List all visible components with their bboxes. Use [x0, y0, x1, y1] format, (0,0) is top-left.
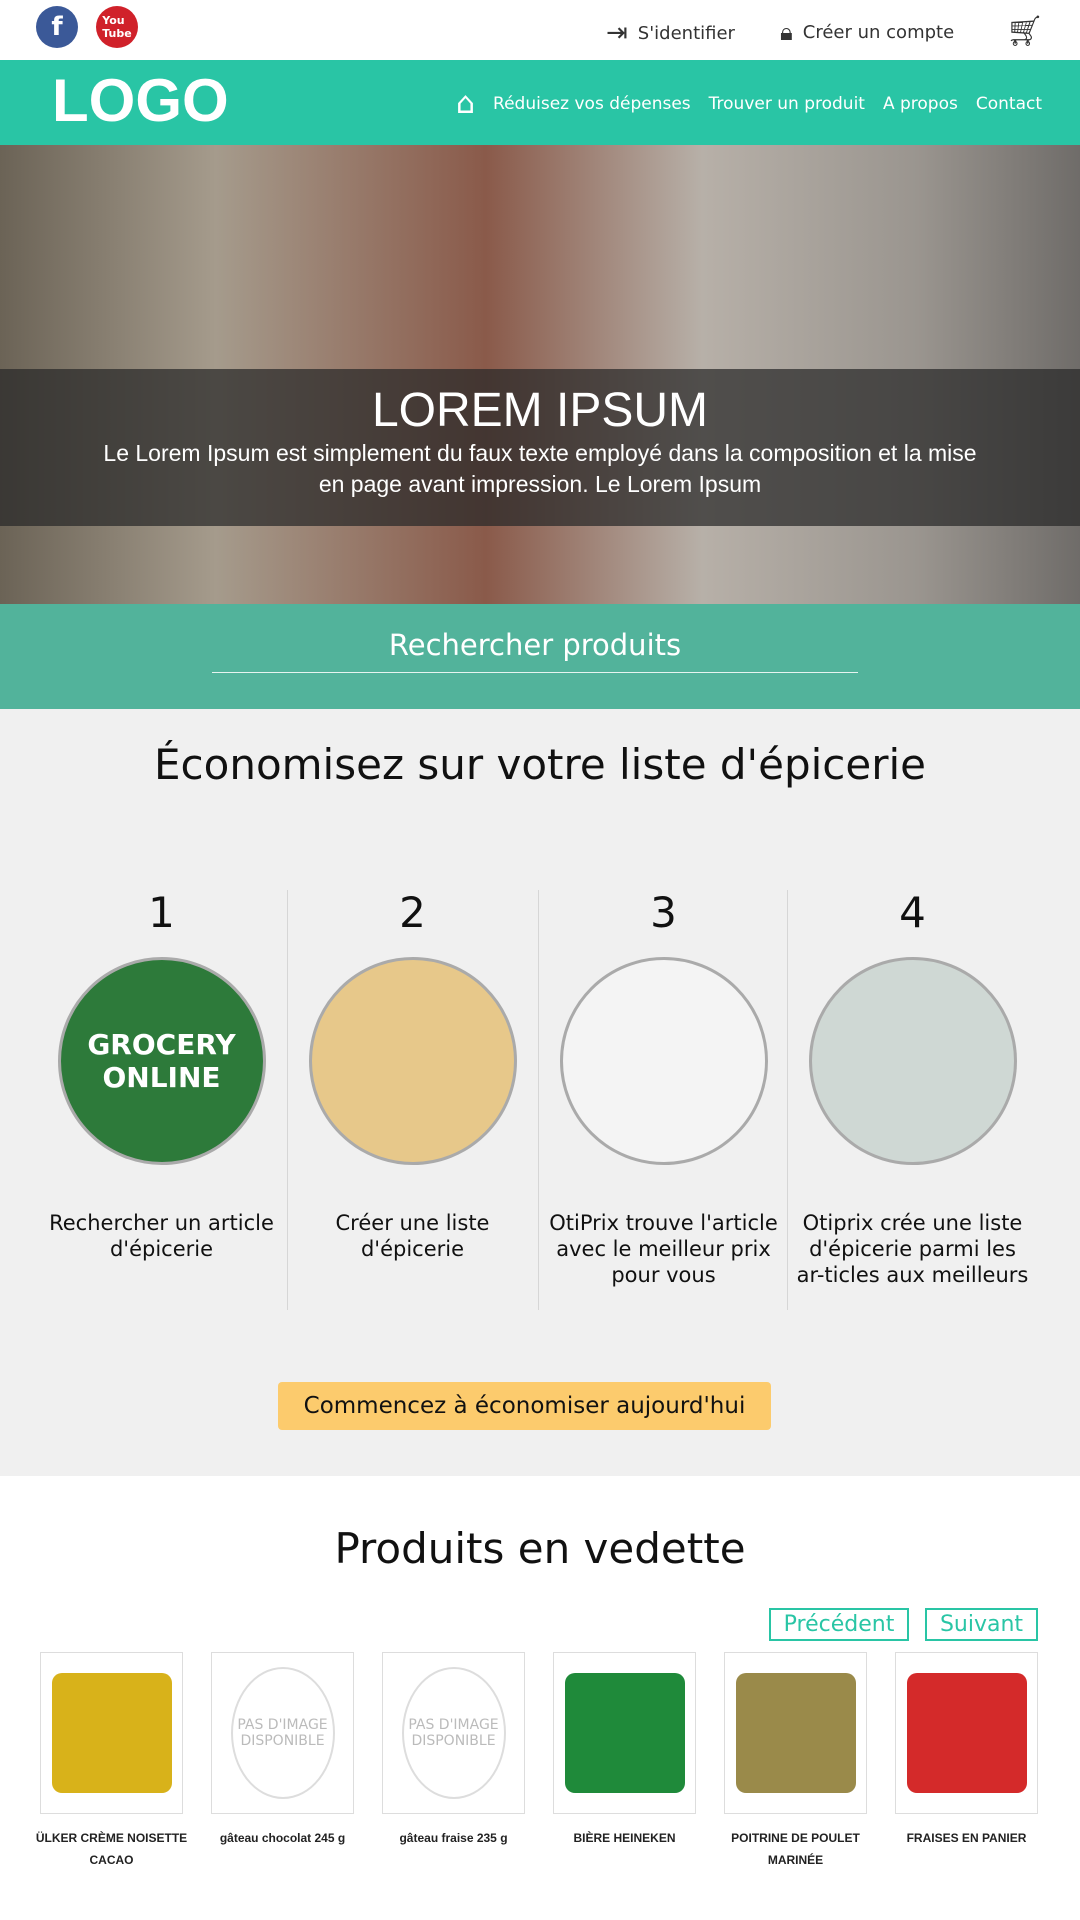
step-image-text: GROCERY ONLINE — [87, 1028, 236, 1094]
login-link[interactable]: ⇥ S'identifier — [606, 18, 735, 48]
product-name[interactable]: ÜLKER CRÈME NOISETTE CACAO — [26, 1827, 197, 1871]
search-products-input[interactable]: Rechercher produits — [212, 628, 858, 673]
product-image — [564, 1673, 685, 1793]
product-image — [735, 1673, 856, 1793]
product-name[interactable]: POITRINE DE POULET MARINÉE — [710, 1827, 881, 1871]
hero-text: Le Lorem Ipsum est simplement du faux te… — [103, 440, 977, 497]
product-card[interactable]: PAS D'IMAGE DISPONIBLE — [211, 1652, 354, 1814]
facebook-icon[interactable]: f — [36, 6, 78, 48]
register-link[interactable]: 🔒︎ Créer un compte — [780, 18, 954, 46]
nav-item-about[interactable]: A propos — [883, 94, 958, 114]
door-icon: ⇥ — [606, 18, 628, 48]
nav-item-contact[interactable]: Contact — [976, 94, 1042, 114]
logo[interactable]: LOGO — [52, 66, 229, 135]
no-image-placeholder: PAS D'IMAGE DISPONIBLE — [401, 1667, 506, 1799]
hero-title: LOREM IPSUM — [371, 384, 709, 437]
steps-title: Économisez sur votre liste d'épicerie — [154, 740, 926, 789]
step-text: Rechercher un article d'épicerie — [49, 1211, 274, 1261]
product-card[interactable] — [724, 1652, 867, 1814]
main-nav: ⌂ Réduisez vos dépenses Trouver un produ… — [456, 86, 1042, 121]
product-image — [51, 1673, 172, 1793]
step-number: 3 — [650, 888, 677, 937]
home-icon[interactable]: ⌂ — [456, 86, 475, 121]
login-label: S'identifier — [637, 22, 735, 44]
product-image — [906, 1673, 1027, 1793]
step-4: 4 Otiprix crée une liste d'épicerie parm… — [787, 880, 1038, 1288]
product-name[interactable]: FRAISES EN PANIER — [881, 1827, 1052, 1849]
step-text: OtiPrix trouve l'article avec le meilleu… — [549, 1211, 778, 1287]
youtube-icon[interactable]: You Tube — [96, 6, 138, 48]
cart-icon[interactable]: 🛒︎ — [1006, 14, 1044, 49]
step-image — [808, 957, 1017, 1165]
product-card[interactable] — [40, 1652, 183, 1814]
product-name[interactable]: gâteau chocolat 245 g — [197, 1827, 368, 1849]
product-card[interactable] — [895, 1652, 1038, 1814]
step-number: 2 — [399, 888, 426, 937]
step-image — [308, 957, 517, 1165]
step-2: 2 Créer une liste d'épicerie — [287, 880, 538, 1262]
step-number: 4 — [899, 888, 926, 937]
step-number: 1 — [148, 888, 175, 937]
nav-item-savings[interactable]: Réduisez vos dépenses — [493, 94, 691, 114]
step-text: Otiprix crée une liste d'épicerie parmi … — [796, 1211, 1029, 1287]
start-saving-button[interactable]: Commencez à économiser aujourd'hui — [278, 1382, 771, 1430]
product-name[interactable]: gâteau fraise 235 g — [368, 1827, 539, 1849]
featured-title: Produits en vedette — [334, 1524, 746, 1573]
step-image: GROCERY ONLINE — [57, 957, 266, 1165]
hero-caption: LOREM IPSUM Le Lorem Ipsum est simplemen… — [0, 369, 1080, 526]
step-3: 3 OtiPrix trouve l'article avec le meill… — [538, 880, 789, 1288]
lock-icon: 🔒︎ — [780, 18, 793, 46]
step-1: 1 GROCERY ONLINE Rechercher un article d… — [36, 880, 287, 1262]
product-card[interactable]: PAS D'IMAGE DISPONIBLE — [382, 1652, 525, 1814]
no-image-placeholder: PAS D'IMAGE DISPONIBLE — [230, 1667, 335, 1799]
register-label: Créer un compte — [802, 21, 955, 43]
product-name[interactable]: BIÈRE HEINEKEN — [539, 1827, 710, 1849]
previous-button[interactable]: Précédent — [769, 1608, 909, 1641]
product-card[interactable] — [553, 1652, 696, 1814]
next-button[interactable]: Suivant — [925, 1608, 1038, 1641]
step-image — [559, 957, 768, 1165]
nav-item-find-product[interactable]: Trouver un produit — [709, 94, 865, 114]
step-text: Créer une liste d'épicerie — [335, 1211, 490, 1261]
